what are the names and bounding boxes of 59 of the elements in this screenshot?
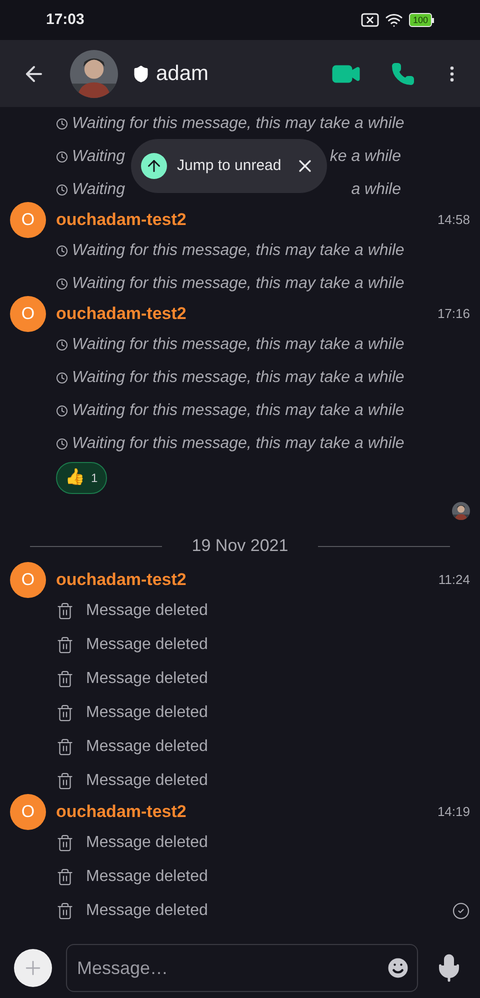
add-button[interactable]	[14, 949, 52, 987]
message-field[interactable]: Message…	[77, 954, 385, 982]
deleted-message: Message deleted	[86, 901, 208, 921]
waiting-message: a while	[351, 180, 401, 200]
clock-icon	[56, 184, 68, 196]
wifi-icon	[384, 11, 403, 29]
sender-name[interactable]: ouchadam-test2	[56, 799, 186, 825]
sender-name[interactable]: ouchadam-test2	[56, 207, 186, 233]
waiting-message: ke a while	[330, 146, 401, 166]
waiting-message: Waiting for this message, this may take a while	[72, 434, 404, 454]
no-sim-icon	[360, 13, 379, 27]
waiting-message: Waiting for this message, this may take a while	[72, 400, 404, 420]
room-title: adam	[156, 60, 209, 87]
trash-icon	[56, 834, 74, 852]
deleted-message: Message deleted	[86, 635, 208, 655]
deleted-message: Message deleted	[86, 833, 208, 853]
deleted-message: Message deleted	[86, 703, 208, 723]
clock-icon	[56, 338, 68, 350]
message-time: 17:16	[437, 305, 470, 324]
deleted-message: Message deleted	[86, 867, 208, 887]
battery-indicator: 100	[408, 13, 434, 27]
trash-icon	[56, 670, 74, 688]
deleted-message: Message deleted	[86, 771, 208, 791]
waiting-message: Waiting for this message, this may take a while	[72, 114, 404, 134]
message-time: 11:24	[438, 571, 470, 590]
clock-icon	[56, 150, 68, 162]
waiting-message: Waiting for this message, this may take a while	[72, 274, 404, 294]
sender-name[interactable]: ouchadam-test2	[56, 567, 186, 593]
trash-icon	[56, 636, 74, 654]
trash-icon	[56, 704, 74, 722]
waiting-message: Waiting	[72, 180, 126, 200]
clock-icon	[56, 372, 68, 384]
trash-icon	[56, 772, 74, 790]
emoji-icon[interactable]	[385, 955, 411, 981]
deleted-message: Message deleted	[86, 601, 208, 621]
trash-icon	[56, 868, 74, 886]
waiting-message: Waiting	[72, 146, 126, 166]
shield-icon	[132, 64, 150, 82]
jump-to-unread-banner[interactable]: Jump to unread	[131, 139, 328, 193]
waiting-message: Waiting for this message, this may take a while	[72, 368, 404, 388]
date-divider: 19 Nov 2021	[192, 535, 288, 558]
reaction-chip[interactable]: 👍 1	[56, 462, 107, 494]
message-time: 14:58	[437, 211, 470, 230]
trash-icon	[56, 602, 74, 620]
waiting-message: Waiting for this message, this may take a while	[72, 334, 404, 354]
waiting-message: Waiting for this message, this may take a while	[72, 240, 404, 260]
deleted-message: Message deleted	[86, 737, 208, 757]
trash-icon	[56, 902, 74, 920]
sender-name[interactable]: ouchadam-test2	[56, 301, 186, 327]
deleted-message: Message deleted	[86, 669, 208, 689]
clock-icon	[56, 438, 68, 450]
message-time: 14:19	[437, 803, 470, 822]
clock-icon	[56, 118, 68, 130]
status-time: 17:03	[46, 10, 84, 30]
clock-icon	[56, 278, 68, 290]
message-input[interactable]: Message…	[66, 944, 418, 992]
trash-icon	[56, 738, 74, 756]
clock-icon	[56, 404, 68, 416]
clock-icon	[56, 244, 68, 256]
